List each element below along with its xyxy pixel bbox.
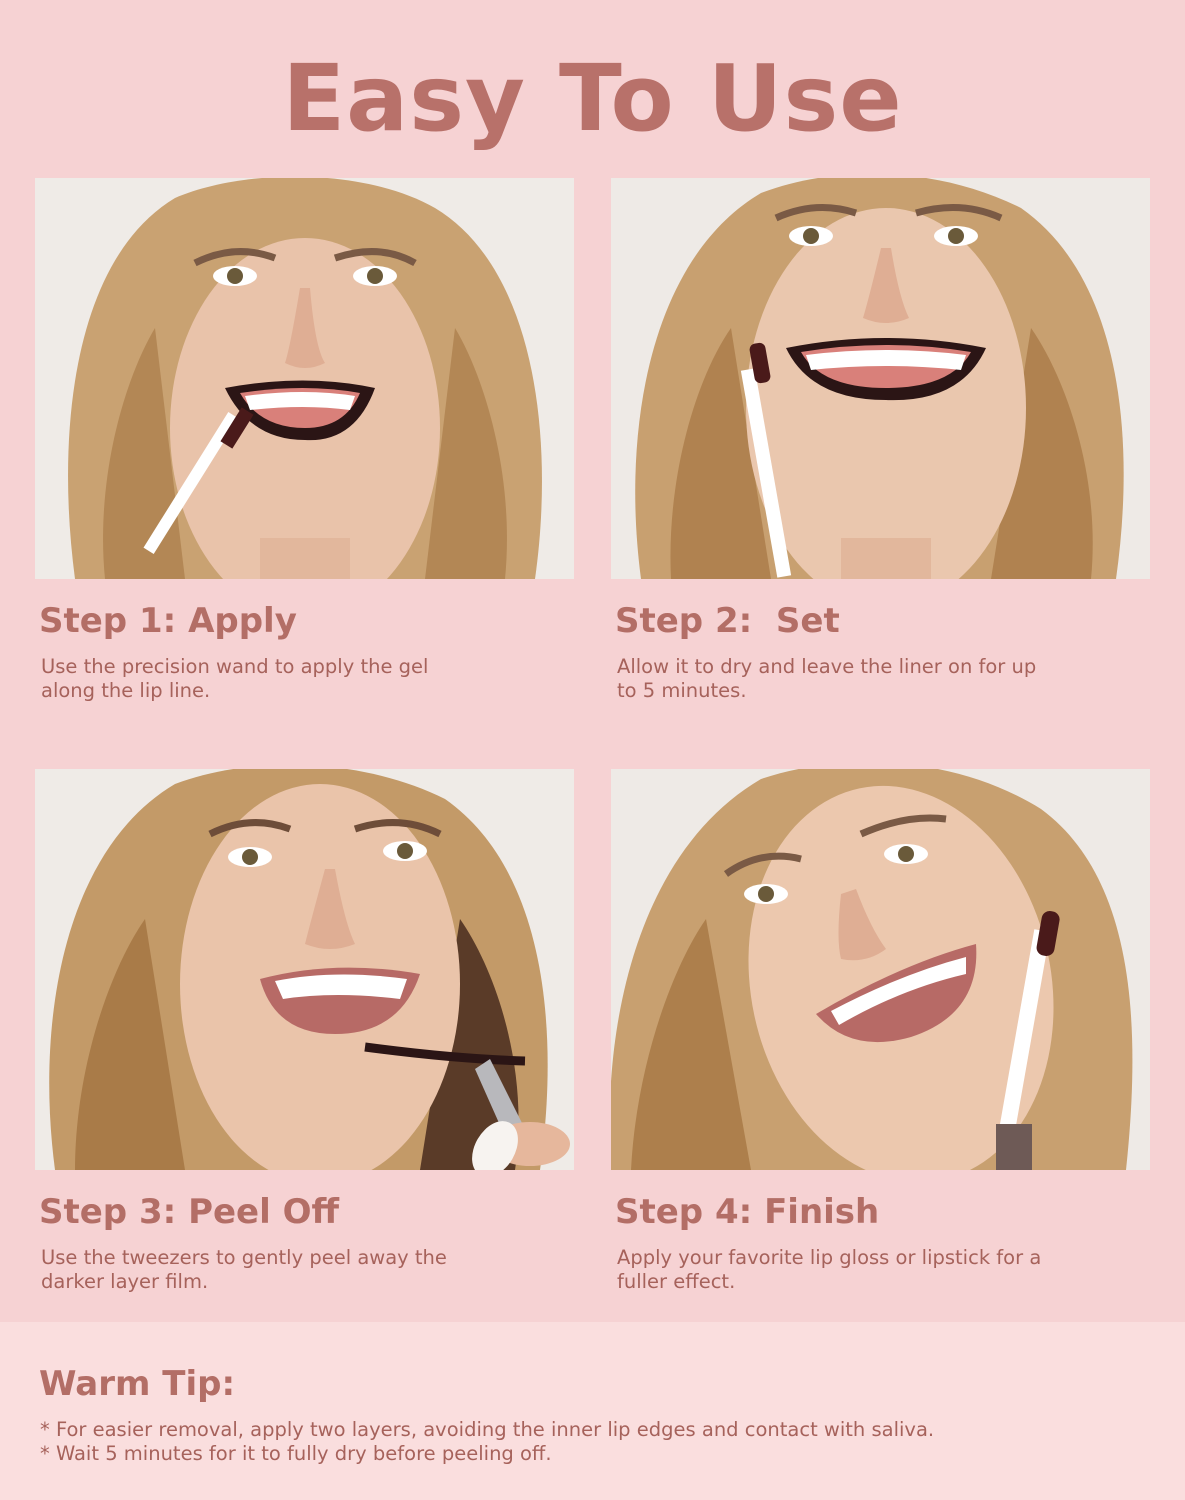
step-card-1: Step 1: Apply Use the precision wand to …: [35, 178, 575, 703]
step-2-title: Step 2: Set: [615, 601, 840, 641]
step-4-description: Apply your favorite lip gloss or lipstic…: [617, 1246, 1042, 1293]
step-1-photo: [35, 178, 574, 579]
step-3-photo: [35, 769, 574, 1170]
step-2-photo: [611, 178, 1150, 579]
step-2-description: Allow it to dry and leave the liner on f…: [617, 655, 1037, 702]
warm-tip-title: Warm Tip:: [39, 1364, 236, 1404]
warm-tip-line-1: * For easier removal, apply two layers, …: [40, 1418, 935, 1441]
step-1-description: Use the precision wand to apply the gel …: [41, 655, 429, 702]
step-4-photo: [611, 769, 1150, 1170]
warm-tip-panel: Warm Tip: * For easier removal, apply tw…: [0, 1322, 1185, 1500]
step-1-title: Step 1: Apply: [39, 601, 297, 641]
step-4-title: Step 4: Finish: [615, 1192, 880, 1232]
step-3-title: Step 3: Peel Off: [39, 1192, 340, 1232]
page-title: Easy To Use: [282, 45, 903, 152]
step-card-3: Step 3: Peel Off Use the tweezers to gen…: [35, 769, 575, 1294]
step-card-4: Step 4: Finish Apply your favorite lip g…: [611, 769, 1151, 1294]
step-card-2: Step 2: Set Allow it to dry and leave th…: [611, 178, 1151, 703]
warm-tip-line-2: * Wait 5 minutes for it to fully dry bef…: [40, 1442, 552, 1465]
step-3-description: Use the tweezers to gently peel away the…: [41, 1246, 447, 1293]
